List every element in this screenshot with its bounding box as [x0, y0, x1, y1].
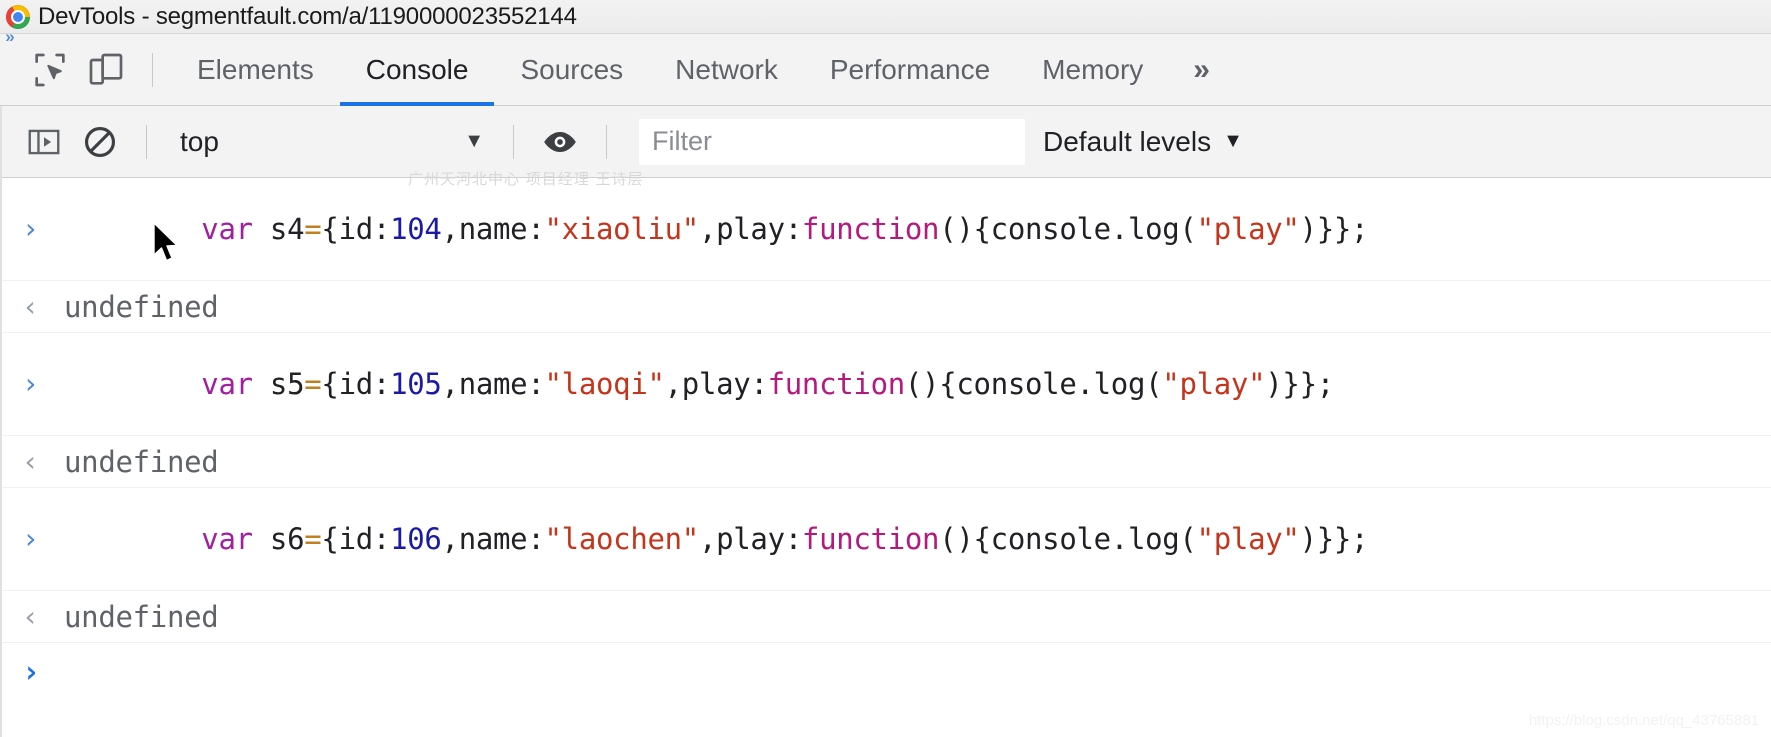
console-message-input[interactable]: › var s4={id:104,name:"xiaoliu",play:fun… [0, 178, 1771, 281]
console-message-output[interactable]: ‹ undefined [0, 591, 1771, 643]
side-rail-expand-icon[interactable]: » [0, 26, 20, 48]
tab-network[interactable]: Network [649, 34, 804, 106]
console-toolbar-divider-3 [606, 124, 607, 159]
input-arrow-icon: › [22, 367, 39, 400]
log-levels-select[interactable]: Default levels ▼ [1043, 126, 1243, 158]
device-toolbar-icon[interactable] [78, 42, 134, 98]
console-toolbar: top ▼ Filter Default levels ▼ [0, 106, 1771, 178]
console-output-value: undefined [64, 599, 219, 634]
console-toolbar-divider-1 [146, 124, 147, 159]
console-output-value: undefined [64, 444, 219, 479]
console-filter-input[interactable]: Filter [639, 118, 1025, 165]
chevron-down-icon: ▼ [1223, 130, 1243, 152]
console-message-output[interactable]: ‹ undefined [0, 436, 1771, 488]
chevron-down-icon: ▼ [464, 130, 484, 152]
chrome-logo-icon [6, 4, 30, 29]
console-prompt[interactable]: › [0, 643, 1771, 701]
console-sidebar-toggle-icon[interactable] [16, 114, 72, 170]
tab-sources[interactable]: Sources [494, 34, 649, 106]
devtools-window: DevTools - segmentfault.com/a/1190000023… [0, 0, 1771, 737]
console-left-edge [0, 106, 2, 737]
console-output-value: undefined [64, 289, 219, 324]
devtools-tabstrip: Elements Console Sources Network Perform… [0, 34, 1771, 106]
window-title: DevTools - segmentfault.com/a/1190000023… [38, 2, 577, 30]
output-arrow-icon: ‹ [22, 599, 39, 633]
console-input-code: var s6={id:106,name:"laochen",play:funct… [201, 522, 1369, 556]
log-levels-label: Default levels [1043, 125, 1212, 157]
execution-context-value: top [180, 125, 219, 157]
console-message-output[interactable]: ‹ undefined [0, 281, 1771, 333]
tab-performance[interactable]: Performance [804, 34, 1016, 106]
console-message-input[interactable]: › var s6={id:106,name:"laochen",play:fun… [0, 488, 1771, 591]
console-input-code: var s5={id:105,name:"laoqi",play:functio… [201, 367, 1334, 401]
more-tabs-chevron-icon[interactable]: » [1169, 34, 1234, 106]
console-message-list[interactable]: › var s4={id:104,name:"xiaoliu",play:fun… [0, 178, 1771, 737]
input-arrow-icon: › [22, 522, 39, 555]
tab-memory[interactable]: Memory [1016, 34, 1169, 106]
title-bar: DevTools - segmentfault.com/a/1190000023… [0, 0, 1771, 34]
tab-elements[interactable]: Elements [171, 34, 340, 106]
input-arrow-icon: › [22, 212, 39, 245]
execution-context-select[interactable]: top ▼ [165, 119, 495, 165]
output-arrow-icon: ‹ [22, 289, 39, 323]
output-arrow-icon: ‹ [22, 444, 39, 478]
create-live-expression-eye-icon[interactable] [532, 114, 588, 170]
tab-console[interactable]: Console [339, 34, 495, 106]
console-toolbar-divider-2 [513, 124, 514, 159]
clear-console-icon[interactable] [72, 114, 128, 170]
inspect-element-icon[interactable] [22, 42, 78, 98]
toolbar-divider [152, 52, 153, 87]
prompt-arrow-icon: › [22, 654, 41, 690]
console-message-input[interactable]: › var s5={id:105,name:"laoqi",play:funct… [0, 333, 1771, 436]
console-input-code: var s4={id:104,name:"xiaoliu",play:funct… [201, 212, 1369, 246]
filter-placeholder: Filter [652, 126, 712, 156]
